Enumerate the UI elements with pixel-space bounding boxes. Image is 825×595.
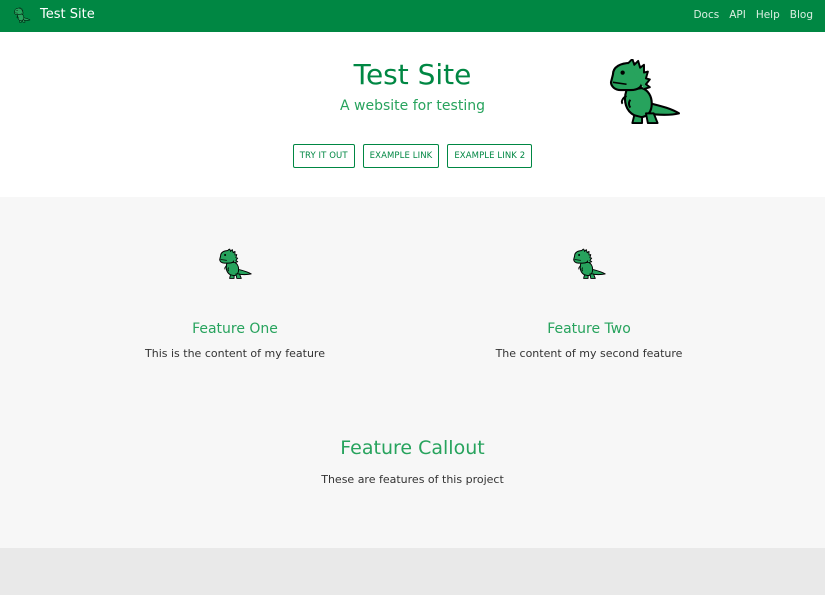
hero-section: Test Site A website for testing TRY IT O… bbox=[0, 32, 825, 197]
feature-text: This is the content of my feature bbox=[145, 347, 325, 360]
footer bbox=[0, 548, 825, 595]
nav-link-docs[interactable]: Docs bbox=[693, 9, 719, 21]
callout-text: These are features of this project bbox=[321, 473, 504, 486]
nav-link-blog[interactable]: Blog bbox=[790, 9, 813, 21]
feature-text: The content of my second feature bbox=[495, 347, 683, 360]
feature-title: Feature One bbox=[192, 321, 278, 337]
dinosaur-icon bbox=[217, 247, 253, 281]
dinosaur-icon[interactable] bbox=[13, 6, 31, 24]
dinosaur-icon bbox=[571, 247, 607, 281]
site-title-link[interactable]: Test Site bbox=[40, 7, 95, 22]
top-navbar: Test Site Docs API Help Blog bbox=[0, 0, 825, 32]
nav-link-help[interactable]: Help bbox=[756, 9, 780, 21]
example-link-button[interactable]: EXAMPLE LINK bbox=[362, 144, 440, 168]
nav-link-api[interactable]: API bbox=[729, 9, 746, 21]
dinosaur-icon bbox=[605, 59, 683, 125]
hero-title: Test Site bbox=[353, 58, 472, 91]
hero-tagline: A website for testing bbox=[340, 98, 485, 114]
example-link-2-button[interactable]: EXAMPLE LINK 2 bbox=[447, 144, 533, 168]
feature-two: Feature Two The content of my second fea… bbox=[439, 247, 739, 360]
features-section: Feature One This is the content of my fe… bbox=[0, 197, 825, 548]
nav-links: Docs API Help Blog bbox=[683, 9, 813, 21]
hero-button-group: TRY IT OUT EXAMPLE LINK EXAMPLE LINK 2 bbox=[0, 144, 825, 168]
callout-title: Feature Callout bbox=[340, 437, 485, 459]
feature-title: Feature Two bbox=[547, 321, 631, 337]
feature-one: Feature One This is the content of my fe… bbox=[85, 247, 385, 360]
try-it-out-button[interactable]: TRY IT OUT bbox=[292, 144, 355, 168]
